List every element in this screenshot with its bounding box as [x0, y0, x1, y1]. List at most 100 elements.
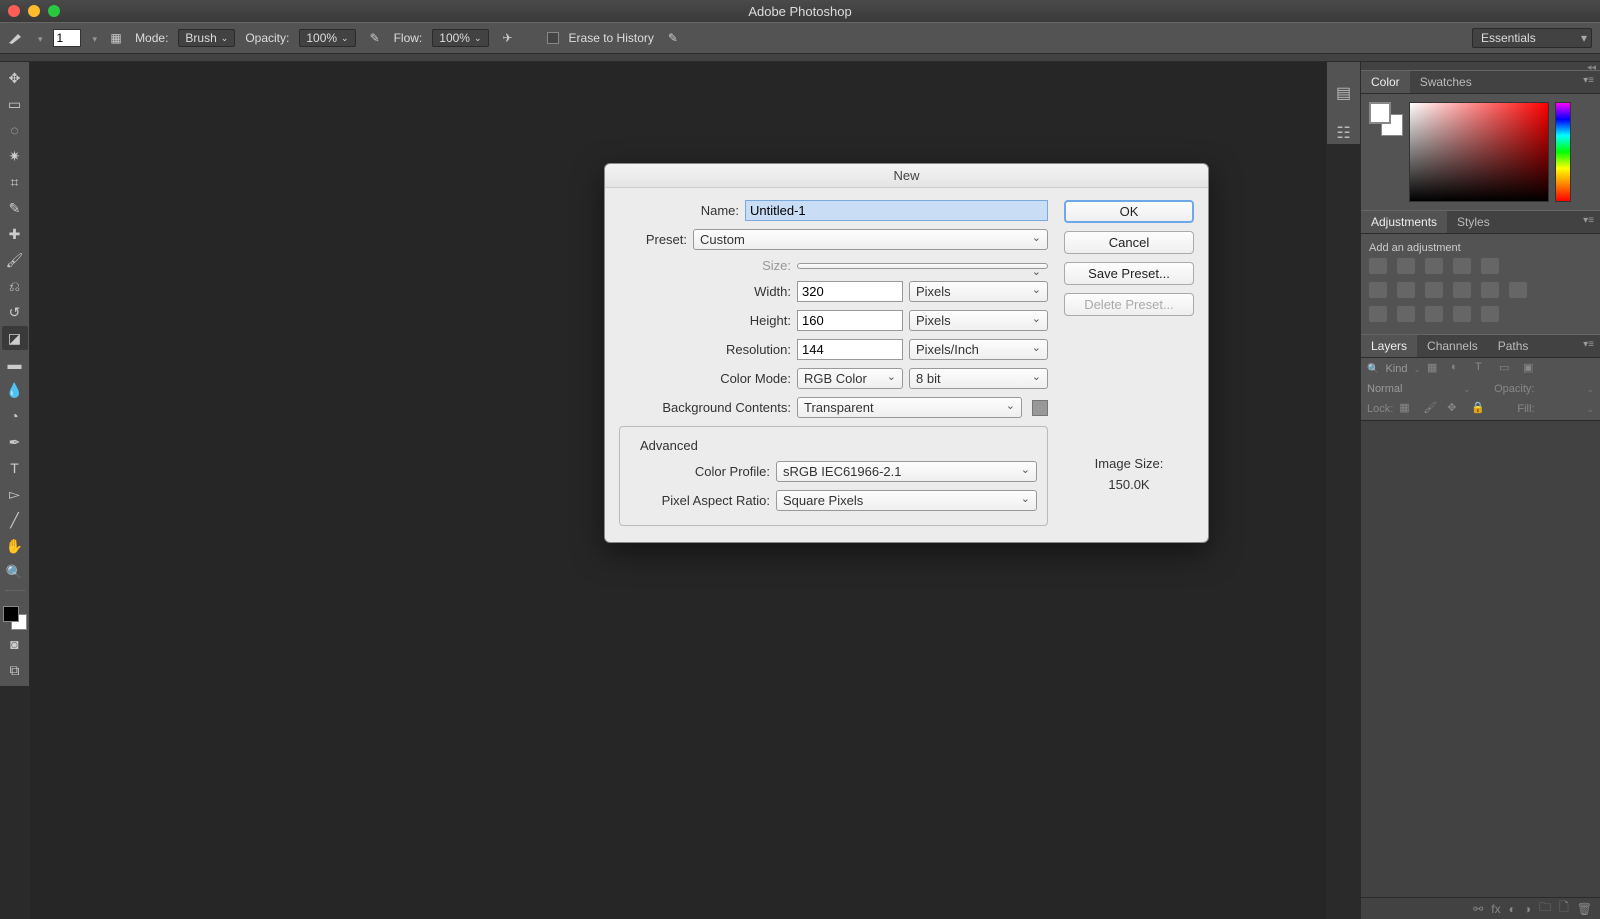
resolution-input[interactable]: [797, 339, 903, 360]
color-field[interactable]: [1409, 102, 1549, 202]
layer-list[interactable]: [1361, 420, 1600, 897]
mode-select[interactable]: Brush⌄: [178, 29, 235, 47]
brush-size-input[interactable]: [53, 29, 81, 47]
brush-size-caret[interactable]: [91, 31, 98, 45]
height-unit-select[interactable]: Pixels: [909, 310, 1048, 331]
screen-mode-tool[interactable]: ⧉: [2, 658, 28, 682]
resolution-unit-select[interactable]: Pixels/Inch: [909, 339, 1048, 360]
brush-panel-toggle-icon[interactable]: ▦: [107, 29, 125, 47]
new-group-icon[interactable]: 🗀: [1539, 898, 1551, 919]
gradient-tool[interactable]: ▬: [2, 352, 28, 376]
dodge-tool[interactable]: ◔: [2, 404, 28, 428]
eyedropper-tool[interactable]: ✎: [2, 196, 28, 220]
flow-select[interactable]: 100%⌄: [432, 29, 488, 47]
width-input[interactable]: [797, 281, 903, 302]
erase-history-checkbox[interactable]: [547, 32, 559, 44]
layers-panel-menu[interactable]: ▾≡: [1577, 335, 1600, 357]
adj-colorlookup-icon[interactable]: [1509, 282, 1527, 298]
adj-invert-icon[interactable]: [1369, 306, 1387, 322]
adj-hue-icon[interactable]: [1369, 282, 1387, 298]
tab-adjustments[interactable]: Adjustments: [1361, 211, 1447, 233]
adj-bw-icon[interactable]: [1425, 282, 1443, 298]
new-layer-icon[interactable]: 🗋: [1559, 898, 1569, 919]
filter-adjust-icon[interactable]: ◐: [1451, 361, 1469, 377]
color-panel-menu[interactable]: ▾≡: [1577, 71, 1600, 93]
history-panel-icon[interactable]: ▤: [1333, 82, 1355, 104]
delete-layer-icon[interactable]: 🗑: [1577, 902, 1592, 916]
adj-colorbalance-icon[interactable]: [1397, 282, 1415, 298]
lock-transparency-icon[interactable]: ▦: [1399, 401, 1417, 417]
healing-brush-tool[interactable]: ✚: [2, 222, 28, 246]
tab-color[interactable]: Color: [1361, 71, 1410, 93]
pixel-aspect-select[interactable]: Square Pixels: [776, 490, 1037, 511]
brush-tool[interactable]: 🖌: [2, 248, 28, 272]
adj-levels-icon[interactable]: [1397, 258, 1415, 274]
adj-gradientmap-icon[interactable]: [1481, 306, 1499, 322]
adjustments-panel-menu[interactable]: ▾≡: [1577, 211, 1600, 233]
path-select-tool[interactable]: ▻: [2, 482, 28, 506]
hand-tool[interactable]: ✋: [2, 534, 28, 558]
flow-pressure-icon[interactable]: ✎: [664, 29, 682, 47]
quick-mask-tool[interactable]: ◙: [2, 632, 28, 656]
adj-threshold-icon[interactable]: [1425, 306, 1443, 322]
move-tool[interactable]: ✥: [2, 66, 28, 90]
bit-depth-select[interactable]: 8 bit: [909, 368, 1048, 389]
history-brush-tool[interactable]: ↺: [2, 300, 28, 324]
airbrush-icon[interactable]: ✈: [499, 29, 517, 47]
adj-vibrance-icon[interactable]: [1481, 258, 1499, 274]
color-mode-select[interactable]: RGB Color: [797, 368, 903, 389]
filter-type-icon[interactable]: T: [1475, 361, 1493, 377]
lock-position-icon[interactable]: ✥: [1447, 401, 1465, 417]
layer-fx-icon[interactable]: fx: [1491, 902, 1500, 916]
workspace-select[interactable]: Essentials: [1472, 28, 1592, 48]
adj-channelmixer-icon[interactable]: [1481, 282, 1499, 298]
shape-tool[interactable]: ╱: [2, 508, 28, 532]
height-input[interactable]: [797, 310, 903, 331]
preset-select[interactable]: Custom: [693, 229, 1048, 250]
filter-pixel-icon[interactable]: ▦: [1427, 361, 1445, 377]
clone-stamp-tool[interactable]: ⎌: [2, 274, 28, 298]
opacity-pressure-icon[interactable]: ✎: [366, 29, 384, 47]
foreground-background-swatch[interactable]: [3, 606, 27, 630]
blur-tool[interactable]: 💧: [2, 378, 28, 402]
adj-selective-icon[interactable]: [1453, 306, 1471, 322]
color-fb-swatch[interactable]: [1369, 102, 1403, 136]
color-profile-select[interactable]: sRGB IEC61966-2.1: [776, 461, 1037, 482]
link-layers-icon[interactable]: ⚯: [1473, 902, 1483, 916]
blend-mode-select[interactable]: Normal: [1367, 383, 1457, 395]
tab-styles[interactable]: Styles: [1447, 211, 1500, 233]
ok-button[interactable]: OK: [1064, 200, 1194, 223]
cancel-button[interactable]: Cancel: [1064, 231, 1194, 254]
magic-wand-tool[interactable]: ✷: [2, 144, 28, 168]
pen-tool[interactable]: ✒: [2, 430, 28, 454]
tab-paths[interactable]: Paths: [1488, 335, 1539, 357]
name-input[interactable]: [745, 200, 1048, 221]
adj-curves-icon[interactable]: [1425, 258, 1443, 274]
filter-shape-icon[interactable]: ▭: [1499, 361, 1517, 377]
type-tool[interactable]: T: [2, 456, 28, 480]
new-fill-adjust-icon[interactable]: ◑: [1524, 902, 1531, 916]
tool-preset-caret[interactable]: [36, 31, 43, 45]
adj-photofilter-icon[interactable]: [1453, 282, 1471, 298]
hue-strip[interactable]: [1555, 102, 1571, 202]
tool-preset-icon[interactable]: [8, 29, 26, 47]
marquee-tool[interactable]: ▭: [2, 92, 28, 116]
layer-filter-kind[interactable]: Kind: [1385, 363, 1407, 375]
lock-image-icon[interactable]: 🖌: [1423, 401, 1441, 417]
width-unit-select[interactable]: Pixels: [909, 281, 1048, 302]
save-preset-button[interactable]: Save Preset...: [1064, 262, 1194, 285]
properties-panel-icon[interactable]: ☷: [1333, 122, 1355, 144]
lasso-tool[interactable]: ◌: [2, 118, 28, 142]
tab-channels[interactable]: Channels: [1417, 335, 1488, 357]
crop-tool[interactable]: ⌗: [2, 170, 28, 194]
eraser-tool[interactable]: ◪: [2, 326, 28, 350]
bg-contents-select[interactable]: Transparent: [797, 397, 1022, 418]
opacity-select[interactable]: 100%⌄: [299, 29, 355, 47]
zoom-tool[interactable]: 🔍: [2, 560, 28, 584]
adj-exposure-icon[interactable]: [1453, 258, 1471, 274]
bg-color-swatch[interactable]: [1032, 400, 1048, 416]
layer-mask-icon[interactable]: ◐: [1509, 902, 1516, 916]
adj-posterize-icon[interactable]: [1397, 306, 1415, 322]
tab-layers[interactable]: Layers: [1361, 335, 1417, 357]
lock-all-icon[interactable]: 🔒: [1471, 401, 1489, 417]
